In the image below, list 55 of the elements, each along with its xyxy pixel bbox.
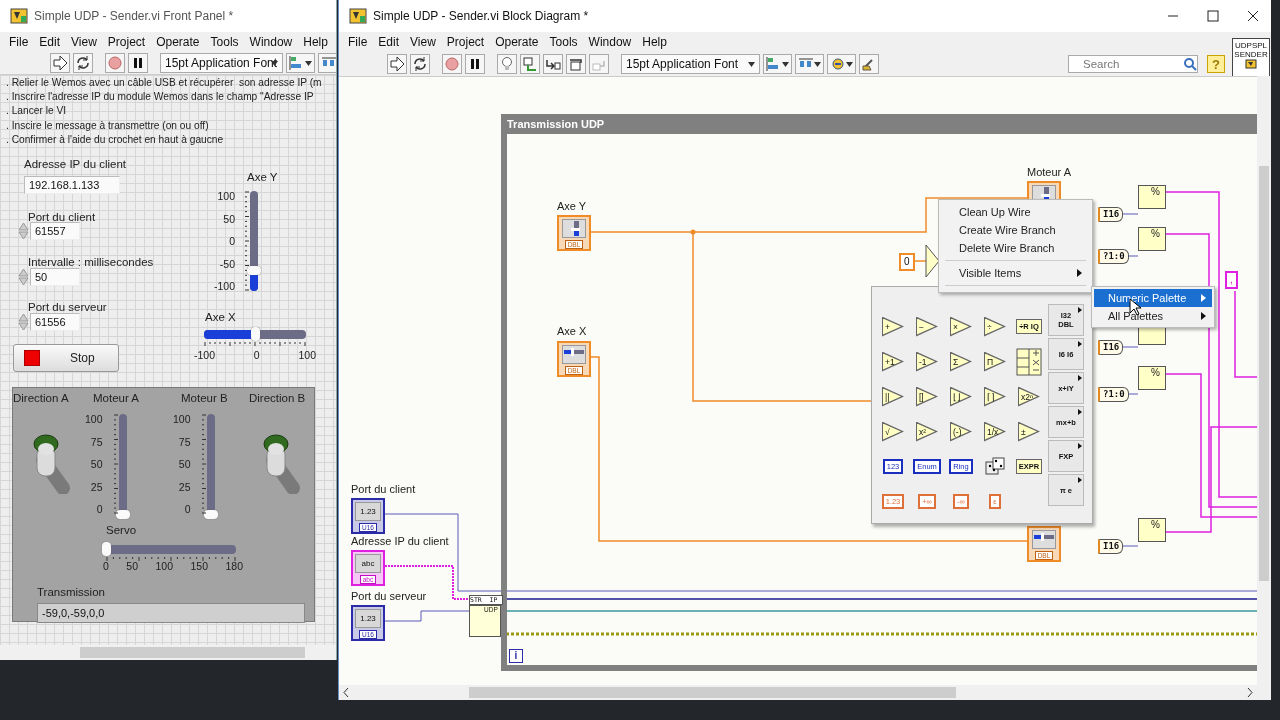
- window-title: Simple UDP - Sender.vi Block Diagram *: [373, 9, 589, 23]
- tick-label: -50: [219, 258, 235, 269]
- tick-label: 180: [225, 561, 243, 572]
- tick-label: 0: [253, 350, 260, 361]
- terminal-glyph: 1.23: [355, 502, 381, 521]
- instruction-text: . Inscire le message à transmettre (on ou off): [6, 118, 210, 133]
- slider-label: Axe X: [205, 311, 236, 323]
- tick-label: -100: [214, 281, 235, 291]
- field-label: Port du client: [28, 211, 96, 223]
- toggle-label: Direction B: [249, 392, 306, 404]
- terminal-label: Port du client: [351, 483, 416, 495]
- terminal-glyph: 1.23: [355, 609, 381, 628]
- field-label: Intervalle : millisecondes: [28, 256, 154, 268]
- tick-label: 100: [85, 414, 103, 424]
- tick-label: 150: [190, 561, 208, 572]
- terminal-label: Axe Y: [557, 200, 587, 212]
- tick-label: 100: [298, 350, 316, 361]
- slider-label: Axe Y: [247, 171, 278, 183]
- tick-label: 25: [178, 481, 191, 492]
- tick-label: 100: [173, 414, 191, 424]
- slider-label: Moteur B: [181, 392, 228, 404]
- terminal-glyph: abc: [355, 554, 381, 573]
- tick-label: 100: [155, 561, 173, 572]
- tick-label: 50: [223, 213, 235, 224]
- tick-label: 0: [103, 561, 109, 572]
- toggle-label: Direction A: [13, 392, 69, 404]
- tick-label: 100: [217, 191, 235, 201]
- terminal-label: Adresse IP du client: [351, 535, 449, 547]
- terminal-label: Axe X: [557, 325, 587, 337]
- tick-label: 75: [178, 436, 191, 447]
- window-title: Simple UDP - Sender.vi Front Panel *: [34, 9, 234, 23]
- tick-label: 25: [90, 481, 103, 492]
- string-indicator: -59,0,-59,0,0: [37, 603, 305, 623]
- tick-label: 0: [96, 504, 103, 514]
- field-label: Port du serveur: [28, 301, 107, 313]
- indicator-label: Transmission: [37, 586, 105, 598]
- instruction-text: . Confirmer à l'aide du crochet en haut à gaucne: [6, 132, 225, 147]
- terminal-label: Port du serveur: [351, 590, 427, 602]
- tick-label: 75: [90, 436, 103, 447]
- tick-label: 50: [90, 459, 103, 469]
- tick-label: 0: [229, 236, 235, 246]
- instruction-text: . Relier le Wemos avec un câble USB et récupérer son adresse IP (m: [6, 76, 322, 90]
- icon-text: SENDER: [1234, 50, 1268, 59]
- instruction-text: . Inscrire l'adresse IP du module Wemos dans le champ "Adresse IP: [6, 90, 315, 105]
- tick-label: 50: [178, 459, 191, 469]
- tick-label: -100: [194, 350, 215, 361]
- field-label: Adresse IP du client: [24, 158, 127, 170]
- slider-label: Moteur A: [93, 392, 140, 404]
- tick-label: 50: [126, 561, 138, 572]
- instruction-text: . Lancer le VI: [6, 104, 68, 119]
- tick-label: 0: [184, 504, 191, 514]
- iteration-terminal: i: [509, 649, 523, 663]
- terminal-label: Moteur A: [1027, 166, 1072, 178]
- slider-label: Servo: [106, 524, 137, 536]
- icon-text: UDPSPL: [1235, 41, 1267, 50]
